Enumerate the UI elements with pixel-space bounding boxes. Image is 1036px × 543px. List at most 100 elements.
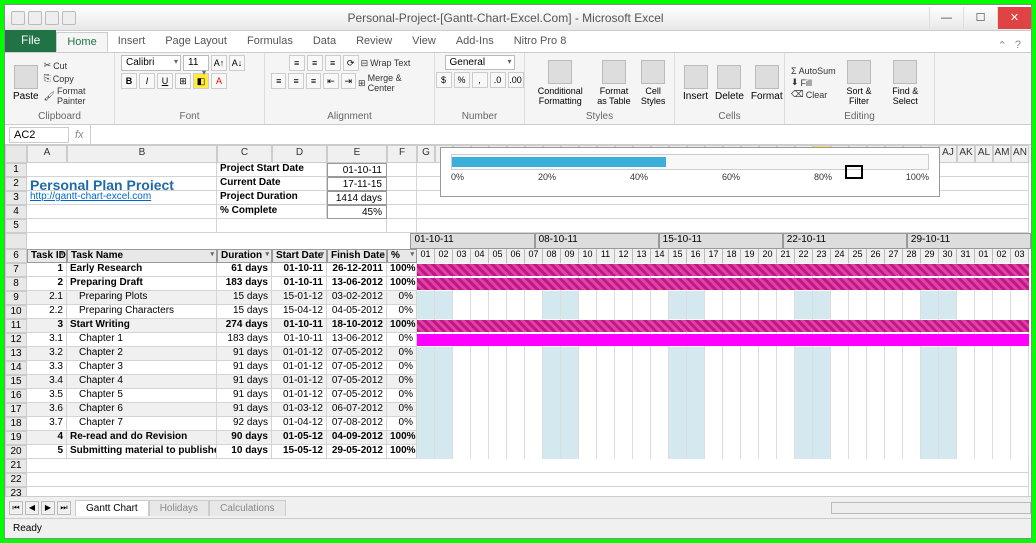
- task-cell[interactable]: 26-12-2011: [327, 263, 387, 277]
- task-cell[interactable]: 01-04-12: [272, 417, 327, 431]
- col-header-F[interactable]: F: [387, 145, 417, 163]
- tab-formulas[interactable]: Formulas: [237, 32, 303, 52]
- percent-icon[interactable]: %: [454, 72, 470, 88]
- task-cell[interactable]: 91 days: [217, 375, 272, 389]
- merge-center-button[interactable]: ⊞ Merge & Center: [358, 73, 428, 93]
- task-cell[interactable]: 4: [27, 431, 67, 445]
- table-header-task-name[interactable]: Task Name: [67, 249, 217, 263]
- fx-label[interactable]: fx: [69, 129, 90, 141]
- save-icon[interactable]: [28, 11, 42, 25]
- cell-styles-button[interactable]: Cell Styles: [638, 58, 668, 108]
- task-cell[interactable]: 01-03-12: [272, 403, 327, 417]
- task-cell[interactable]: Chapter 3: [67, 361, 217, 375]
- sheet-nav-first[interactable]: ⏮: [9, 501, 23, 515]
- row-header-1[interactable]: 1: [5, 163, 27, 177]
- format-painter-button[interactable]: 🖌 Format Painter: [44, 86, 108, 106]
- task-cell[interactable]: Chapter 1: [67, 333, 217, 347]
- task-cell[interactable]: 3.3: [27, 361, 67, 375]
- task-cell[interactable]: Start Writing: [67, 319, 217, 333]
- col-header-G[interactable]: G: [417, 145, 435, 163]
- task-cell[interactable]: 07-05-2012: [327, 389, 387, 403]
- align-mid-icon[interactable]: ≡: [307, 55, 323, 71]
- row-header-12[interactable]: 12: [5, 333, 27, 347]
- task-cell[interactable]: 3.2: [27, 347, 67, 361]
- task-cell[interactable]: Chapter 6: [67, 403, 217, 417]
- task-cell[interactable]: 01-10-11: [272, 277, 327, 291]
- formula-input[interactable]: [90, 125, 1031, 144]
- task-cell[interactable]: Chapter 2: [67, 347, 217, 361]
- task-cell[interactable]: Preparing Characters: [67, 305, 217, 319]
- task-cell[interactable]: 3.4: [27, 375, 67, 389]
- task-cell[interactable]: 01-10-11: [272, 333, 327, 347]
- row-header-10[interactable]: 10: [5, 305, 27, 319]
- task-cell[interactable]: 04-05-2012: [327, 305, 387, 319]
- task-cell[interactable]: 06-07-2012: [327, 403, 387, 417]
- inc-decimal-icon[interactable]: .0: [490, 72, 506, 88]
- select-all-corner[interactable]: [5, 145, 27, 163]
- task-cell[interactable]: 100%: [387, 319, 417, 333]
- col-header-C[interactable]: C: [217, 145, 272, 163]
- task-cell[interactable]: 0%: [387, 347, 417, 361]
- task-cell[interactable]: Preparing Plots: [67, 291, 217, 305]
- font-size-select[interactable]: 11: [183, 55, 209, 71]
- task-cell[interactable]: 15 days: [217, 291, 272, 305]
- task-cell[interactable]: 29-05-2012: [327, 445, 387, 459]
- tab-page-layout[interactable]: Page Layout: [155, 32, 237, 52]
- table-header-start-date[interactable]: Start Date: [272, 249, 327, 263]
- row-header-23[interactable]: 23: [5, 487, 27, 496]
- col-header-B[interactable]: B: [67, 145, 217, 163]
- undo-icon[interactable]: [45, 11, 59, 25]
- task-cell[interactable]: 01-01-12: [272, 347, 327, 361]
- row-header-16[interactable]: 16: [5, 389, 27, 403]
- comma-icon[interactable]: ,: [472, 72, 488, 88]
- col-header-AJ[interactable]: AJ: [939, 145, 957, 163]
- grid-body[interactable]: 1Project Start Date01-10-112Personal Pla…: [5, 163, 1031, 496]
- redo-icon[interactable]: [62, 11, 76, 25]
- task-cell[interactable]: 91 days: [217, 361, 272, 375]
- task-cell[interactable]: 15 days: [217, 305, 272, 319]
- row-header-19[interactable]: 19: [5, 431, 27, 445]
- row-header-15[interactable]: 15: [5, 375, 27, 389]
- task-cell[interactable]: 0%: [387, 389, 417, 403]
- task-cell[interactable]: 3.7: [27, 417, 67, 431]
- col-header-E[interactable]: E: [327, 145, 387, 163]
- clear-button[interactable]: ⌫ Clear: [791, 89, 836, 100]
- file-tab[interactable]: File: [5, 30, 56, 52]
- row-header-13[interactable]: 13: [5, 347, 27, 361]
- task-cell[interactable]: 15-05-12: [272, 445, 327, 459]
- tab-nitro-pro-8[interactable]: Nitro Pro 8: [504, 32, 577, 52]
- copy-button[interactable]: ⎘ Copy: [44, 73, 108, 84]
- task-cell[interactable]: 2.1: [27, 291, 67, 305]
- task-cell[interactable]: 0%: [387, 361, 417, 375]
- tab-insert[interactable]: Insert: [108, 32, 156, 52]
- task-cell[interactable]: 13-06-2012: [327, 277, 387, 291]
- row-header-20[interactable]: 20: [5, 445, 27, 459]
- col-header-AL[interactable]: AL: [975, 145, 993, 163]
- row-header-8[interactable]: 8: [5, 277, 27, 291]
- number-format-select[interactable]: General: [445, 55, 515, 70]
- font-name-select[interactable]: Calibri: [121, 55, 181, 71]
- currency-icon[interactable]: $: [436, 72, 452, 88]
- autosum-button[interactable]: Σ AutoSum: [791, 66, 836, 76]
- table-header-duration[interactable]: Duration: [217, 249, 272, 263]
- find-select-button[interactable]: Find & Select: [882, 58, 928, 108]
- sheet-nav-prev[interactable]: ◀: [25, 501, 39, 515]
- table-header-finish-date[interactable]: Finish Date: [327, 249, 387, 263]
- horizontal-scrollbar[interactable]: [831, 502, 1031, 514]
- task-cell[interactable]: 15-04-12: [272, 305, 327, 319]
- task-cell[interactable]: 0%: [387, 291, 417, 305]
- task-cell[interactable]: 0%: [387, 333, 417, 347]
- help-icon[interactable]: ?: [1015, 39, 1021, 52]
- task-cell[interactable]: 183 days: [217, 277, 272, 291]
- paste-button[interactable]: Paste: [11, 63, 41, 104]
- task-cell[interactable]: 07-05-2012: [327, 375, 387, 389]
- task-cell[interactable]: 100%: [387, 431, 417, 445]
- tab-home[interactable]: Home: [56, 32, 107, 52]
- task-cell[interactable]: 2.2: [27, 305, 67, 319]
- task-cell[interactable]: Preparing Draft: [67, 277, 217, 291]
- sheet-nav-next[interactable]: ▶: [41, 501, 55, 515]
- table-header-task-id[interactable]: Task ID: [27, 249, 67, 263]
- row-header-22[interactable]: 22: [5, 473, 27, 487]
- wrap-text-button[interactable]: ⊟ Wrap Text: [361, 55, 411, 71]
- row-header-11[interactable]: 11: [5, 319, 27, 333]
